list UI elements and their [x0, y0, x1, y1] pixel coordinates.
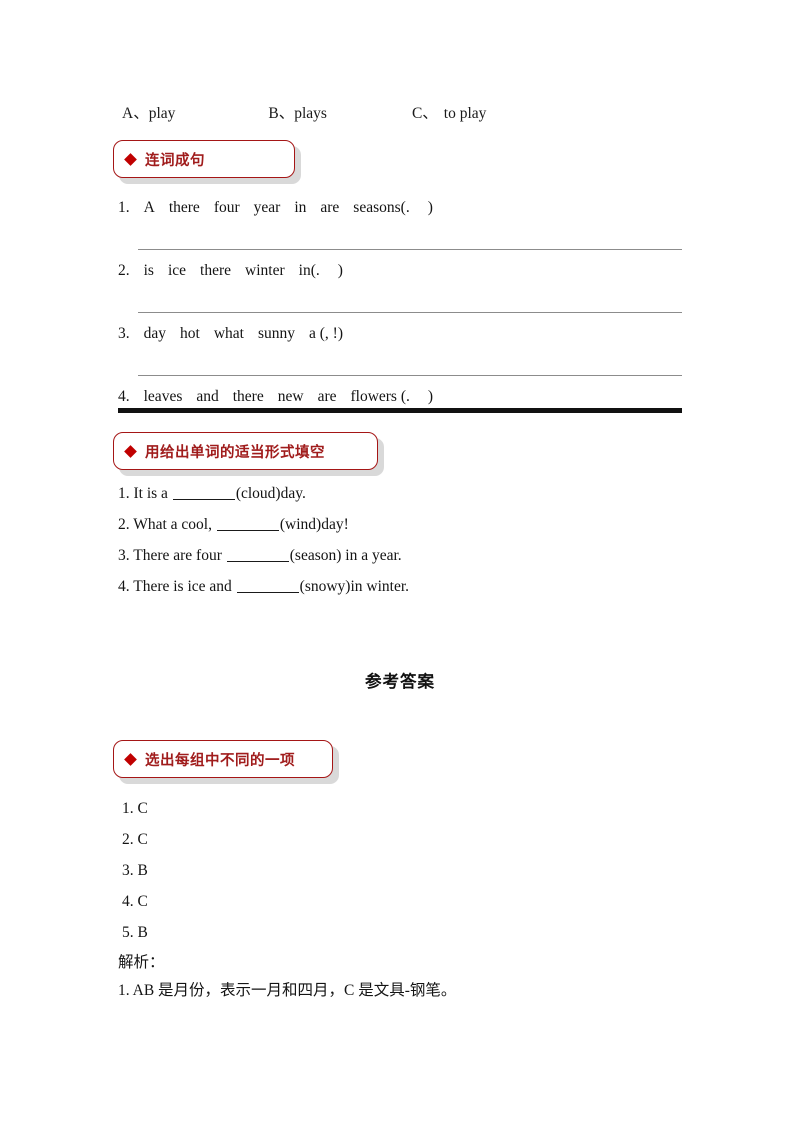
answer-row-4: 4. C: [122, 891, 148, 913]
answer-number: 1.: [122, 800, 134, 817]
item-number: 2.: [118, 516, 130, 533]
item-after: (season) in a year.: [289, 547, 402, 564]
option-b[interactable]: B、plays: [268, 101, 327, 127]
diamond-bullet-icon: [124, 752, 137, 766]
answer-row-5: 5. B: [122, 922, 148, 944]
answer-value: C: [137, 831, 148, 848]
section-title-scramble: 连词成句: [145, 152, 205, 169]
section-divider-thick: [118, 408, 682, 413]
item-before: What a cool,: [133, 516, 216, 533]
item-number: 4.: [118, 578, 130, 595]
answer-row-3: 3. B: [122, 860, 148, 882]
blank-field-4[interactable]: [236, 592, 299, 593]
blank-field-1[interactable]: [172, 499, 235, 500]
answer-value: C: [137, 800, 148, 817]
scramble-item-1: 1. Athere four year in are seasons(.): [118, 197, 447, 219]
item-before: There are four: [133, 547, 226, 564]
wordform-item-3: 3. There are four (season) in a year.: [118, 545, 402, 567]
explanation-label: 解析：: [118, 954, 165, 971]
answer-rule-3: [138, 375, 682, 376]
answer-number: 4.: [122, 893, 134, 910]
item-before: There is ice and: [133, 578, 236, 595]
multiple-choice-options: A、play B、plays C、 to play: [118, 101, 718, 127]
section-badge-wordform: 用给出单词的适当形式填空: [113, 432, 384, 476]
wordform-item-1: 1. It is a (cloud)day.: [118, 483, 306, 505]
item-after: (wind)day!: [279, 516, 349, 533]
option-a-text: play: [148, 105, 176, 122]
answer-number: 2.: [122, 831, 134, 848]
option-c[interactable]: C、 to play: [412, 101, 486, 127]
answer-value: C: [137, 893, 148, 910]
answer-row-2: 2. C: [122, 829, 148, 851]
wordform-item-4: 4. There is ice and (snowy)in winter.: [118, 576, 409, 598]
wordform-item-2: 2. What a cool, (wind)day!: [118, 514, 349, 536]
item-after: (cloud)day.: [235, 485, 306, 502]
option-a-label: A、: [122, 105, 149, 122]
answer-rule-2: [138, 312, 682, 313]
option-c-label: C、: [411, 105, 438, 122]
item-before: It is a: [133, 485, 172, 502]
badge-body: 连词成句: [113, 140, 295, 178]
answer-key-heading: 参考答案: [365, 672, 435, 691]
item-number: 1.: [118, 199, 130, 216]
answer-number: 5.: [122, 924, 134, 941]
scramble-item-4: 4. leaves and there new are flowers (.): [118, 386, 447, 408]
explanation-line-1: 1. AB 是月份，表示一月和四月，C 是文具-钢笔。: [118, 982, 457, 999]
answer-number: 3.: [122, 862, 134, 879]
answer-value: B: [137, 924, 148, 941]
section-badge-scramble: 连词成句: [113, 140, 301, 184]
item-number: 4.: [118, 388, 130, 405]
worksheet-page: A、play B、plays C、 to play 连词成句 1. Athere four…: [0, 0, 800, 1132]
section-title-odd-one-out: 选出每组中不同的一项: [145, 752, 295, 769]
section-badge-odd-one-out: 选出每组中不同的一项: [113, 740, 339, 784]
scramble-item-3: 3. day hot what sunny a (, !): [118, 323, 357, 345]
scramble-item-2: 2. is ice there winter in(.): [118, 260, 357, 282]
item-number: 3.: [118, 325, 130, 342]
diamond-bullet-icon: [124, 444, 137, 458]
diamond-bullet-icon: [124, 152, 137, 166]
option-b-label: B、: [268, 105, 295, 122]
option-c-text: to play: [443, 105, 487, 122]
item-number: 3.: [118, 547, 130, 564]
blank-field-3[interactable]: [226, 561, 289, 562]
answer-rule-1: [138, 249, 682, 250]
option-b-text: plays: [294, 105, 327, 122]
badge-body: 选出每组中不同的一项: [113, 740, 333, 778]
item-number: 2.: [118, 262, 130, 279]
section-title-wordform: 用给出单词的适当形式填空: [145, 444, 325, 461]
item-after: (snowy)in winter.: [299, 578, 410, 595]
item-number: 1.: [118, 485, 130, 502]
answer-row-1: 1. C: [122, 798, 148, 820]
blank-field-2[interactable]: [216, 530, 279, 531]
badge-body: 用给出单词的适当形式填空: [113, 432, 378, 470]
answer-value: B: [137, 862, 148, 879]
option-a[interactable]: A、play: [122, 101, 175, 127]
